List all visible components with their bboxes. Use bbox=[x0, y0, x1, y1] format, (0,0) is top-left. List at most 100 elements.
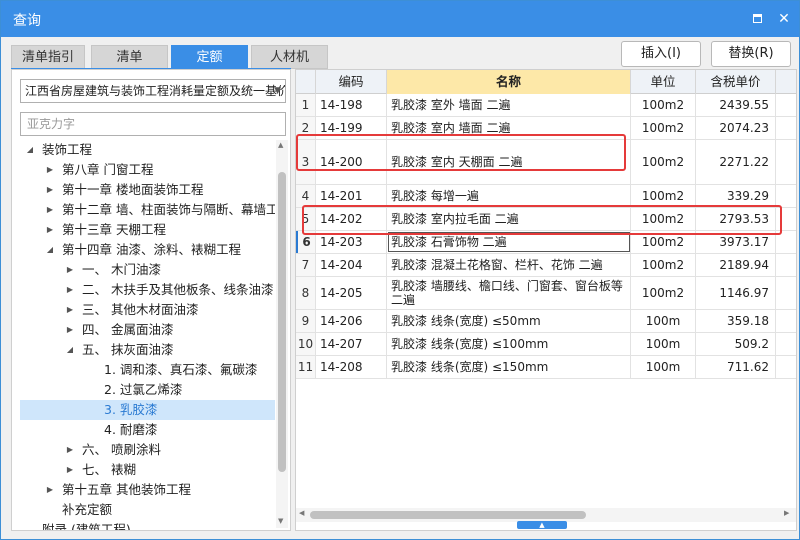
tree-item[interactable]: ▶ 第十三章 天棚工程 bbox=[20, 220, 275, 240]
collapsed-toggle-icon[interactable]: ▶ bbox=[64, 300, 76, 320]
tree-item-label: 六、 喷刷涂料 bbox=[82, 442, 161, 457]
collapsed-toggle-icon[interactable]: ▶ bbox=[64, 440, 76, 460]
table-row[interactable]: 2 14-199 乳胶漆 室内 墙面 二遍 100m2 2074.23 bbox=[296, 117, 796, 140]
collapsed-toggle-icon[interactable]: ▶ bbox=[44, 200, 56, 220]
collapsed-toggle-icon[interactable]: ▶ bbox=[44, 180, 56, 200]
tree-item-label: 七、 裱糊 bbox=[82, 462, 136, 477]
search-input[interactable] bbox=[20, 112, 286, 136]
table-row[interactable]: 11 14-208 乳胶漆 线条(宽度) ≤150mm 100m 711.62 bbox=[296, 356, 796, 379]
cell-code: 14-200 bbox=[316, 140, 387, 184]
row-index: 4 bbox=[296, 185, 316, 207]
tree-item-label: 第十一章 楼地面装饰工程 bbox=[62, 182, 204, 197]
header-code[interactable]: 编码 bbox=[316, 70, 387, 94]
row-index: 11 bbox=[296, 356, 316, 378]
table-row[interactable]: 5 14-202 乳胶漆 室内拉毛面 二遍 100m2 2793.53 bbox=[296, 208, 796, 231]
collapsed-toggle-icon[interactable]: ▶ bbox=[64, 280, 76, 300]
collapsed-toggle-icon[interactable]: ▶ bbox=[64, 260, 76, 280]
tree-item[interactable]: ▶ 三、 其他木材面油漆 bbox=[20, 300, 275, 320]
tree-item[interactable]: 1. 调和漆、真石漆、氟碳漆 bbox=[20, 360, 275, 380]
row-index: 5 bbox=[296, 208, 316, 230]
tab-quota[interactable]: 定额 bbox=[171, 45, 248, 69]
cell-unit: 100m2 bbox=[631, 208, 696, 230]
replace-button[interactable]: 替换(R) bbox=[711, 41, 791, 67]
tree-item[interactable]: 4. 耐磨漆 bbox=[20, 420, 275, 440]
table-row[interactable]: 9 14-206 乳胶漆 线条(宽度) ≤50mm 100m 359.18 bbox=[296, 310, 796, 333]
cell-unit: 100m2 bbox=[631, 254, 696, 276]
chevron-down-icon: ▼ bbox=[274, 86, 281, 96]
tree-item-label: 补充定额 bbox=[62, 502, 113, 517]
collapsed-toggle-icon[interactable]: ▶ bbox=[64, 320, 76, 340]
tree-item[interactable]: ◢ 五、 抹灰面油漆 bbox=[20, 340, 275, 360]
cell-price: 509.2 bbox=[696, 333, 776, 355]
library-select[interactable]: 江西省房屋建筑与装饰工程消耗量定额及统一基价表(2017) ▼ bbox=[20, 79, 286, 103]
tree-item[interactable]: ▶ 第十一章 楼地面装饰工程 bbox=[20, 180, 275, 200]
tree-item[interactable]: ▶ 七、 裱糊 bbox=[20, 460, 275, 480]
tree-item-label: 2. 过氯乙烯漆 bbox=[104, 382, 183, 397]
tree-item[interactable]: ◢ 第十四章 油漆、涂料、裱糊工程 bbox=[20, 240, 275, 260]
grid-horizontal-scrollbar[interactable]: ◀ ▶ bbox=[296, 508, 796, 522]
cell-unit: 100m bbox=[631, 310, 696, 332]
cell-code: 14-202 bbox=[316, 208, 387, 230]
cell-unit: 100m2 bbox=[631, 277, 696, 309]
expanded-toggle-icon[interactable]: ◢ bbox=[24, 140, 36, 160]
cell-code: 14-204 bbox=[316, 254, 387, 276]
cell-price: 2793.53 bbox=[696, 208, 776, 230]
tree-scrollbar[interactable]: ▲ ▼ bbox=[276, 140, 288, 528]
tree-item-label: 第十三章 天棚工程 bbox=[62, 222, 166, 237]
row-index: 9 bbox=[296, 310, 316, 332]
tree-scroll-thumb[interactable] bbox=[278, 172, 286, 472]
table-row[interactable]: 7 14-204 乳胶漆 混凝土花格窗、栏杆、花饰 二遍 100m2 2189.94 bbox=[296, 254, 796, 277]
close-icon[interactable]: ✕ bbox=[774, 9, 794, 29]
maximize-icon[interactable] bbox=[747, 9, 767, 29]
tree-item-label: 4. 耐磨漆 bbox=[104, 422, 158, 437]
insert-button[interactable]: 插入(I) bbox=[621, 41, 701, 67]
scroll-left-icon[interactable]: ◀ bbox=[299, 509, 304, 517]
table-row[interactable]: 10 14-207 乳胶漆 线条(宽度) ≤100mm 100m 509.2 bbox=[296, 333, 796, 356]
scroll-up-icon[interactable]: ▲ bbox=[278, 141, 283, 149]
tree-item[interactable]: 附录 (建筑工程) bbox=[20, 520, 275, 530]
table-row[interactable]: 1 14-198 乳胶漆 室外 墙面 二遍 100m2 2439.55 bbox=[296, 94, 796, 117]
cell-unit: 100m2 bbox=[631, 94, 696, 116]
tab-bill-guide[interactable]: 清单指引 bbox=[11, 45, 85, 69]
tree-item-label: 二、 木扶手及其他板条、线条油漆 bbox=[82, 282, 274, 297]
cell-name: 乳胶漆 室内 墙面 二遍 bbox=[387, 117, 631, 139]
scroll-down-icon[interactable]: ▼ bbox=[278, 517, 283, 525]
table-row[interactable]: 6 14-203 乳胶漆 石膏饰物 二遍 100m2 3973.17 bbox=[296, 231, 796, 254]
tree-item[interactable]: ▶ 一、 木门油漆 bbox=[20, 260, 275, 280]
tree-item[interactable]: ▶ 四、 金属面油漆 bbox=[20, 320, 275, 340]
grid-scroll-thumb[interactable] bbox=[310, 511, 586, 519]
tree-item[interactable]: 3. 乳胶漆 bbox=[20, 400, 275, 420]
expanded-toggle-icon[interactable]: ◢ bbox=[44, 240, 56, 260]
tree-item[interactable]: 2. 过氯乙烯漆 bbox=[20, 380, 275, 400]
collapsed-toggle-icon[interactable]: ▶ bbox=[64, 460, 76, 480]
header-unit[interactable]: 单位 bbox=[631, 70, 696, 94]
scroll-right-icon[interactable]: ▶ bbox=[784, 509, 789, 517]
header-price[interactable]: 含税单价 bbox=[696, 70, 776, 94]
cell-name: 乳胶漆 混凝土花格窗、栏杆、花饰 二遍 bbox=[387, 254, 631, 276]
cell-code: 14-199 bbox=[316, 117, 387, 139]
tree-item[interactable]: ▶ 第八章 门窗工程 bbox=[20, 160, 275, 180]
tab-labor-material-machine[interactable]: 人材机 bbox=[251, 45, 328, 69]
tree-item[interactable]: 补充定额 bbox=[20, 500, 275, 520]
header-extra bbox=[776, 70, 796, 94]
header-name[interactable]: 名称 bbox=[387, 70, 631, 94]
collapsed-toggle-icon[interactable]: ▶ bbox=[44, 160, 56, 180]
table-row[interactable]: 8 14-205 乳胶漆 墙腰线、檐口线、门窗套、窗台板等 二遍 100m2 1146.… bbox=[296, 277, 796, 310]
cell-unit: 100m2 bbox=[631, 117, 696, 139]
tree-item[interactable]: ▶ 第十五章 其他装饰工程 bbox=[20, 480, 275, 500]
cell-unit: 100m bbox=[631, 333, 696, 355]
collapsed-toggle-icon[interactable]: ▶ bbox=[44, 480, 56, 500]
panel-splitter-handle[interactable]: ▲ bbox=[517, 521, 567, 529]
tree-item[interactable]: ▶ 二、 木扶手及其他板条、线条油漆 bbox=[20, 280, 275, 300]
tree-item-label: 五、 抹灰面油漆 bbox=[82, 342, 174, 357]
tab-bill[interactable]: 清单 bbox=[91, 45, 168, 69]
tree-item[interactable]: ◢ 装饰工程 bbox=[20, 140, 275, 160]
expanded-toggle-icon[interactable]: ◢ bbox=[64, 340, 76, 360]
tree-item[interactable]: ▶ 六、 喷刷涂料 bbox=[20, 440, 275, 460]
table-row[interactable]: 4 14-201 乳胶漆 每增一遍 100m2 339.29 bbox=[296, 185, 796, 208]
table-row[interactable]: 3 14-200 乳胶漆 室内 天棚面 二遍 100m2 2271.22 bbox=[296, 140, 796, 185]
collapsed-toggle-icon[interactable]: ▶ bbox=[44, 220, 56, 240]
cell-name: 乳胶漆 线条(宽度) ≤50mm bbox=[387, 310, 631, 332]
cell-price: 1146.97 bbox=[696, 277, 776, 309]
tree-item[interactable]: ▶ 第十二章 墙、柱面装饰与隔断、幕墙工程 bbox=[20, 200, 275, 220]
